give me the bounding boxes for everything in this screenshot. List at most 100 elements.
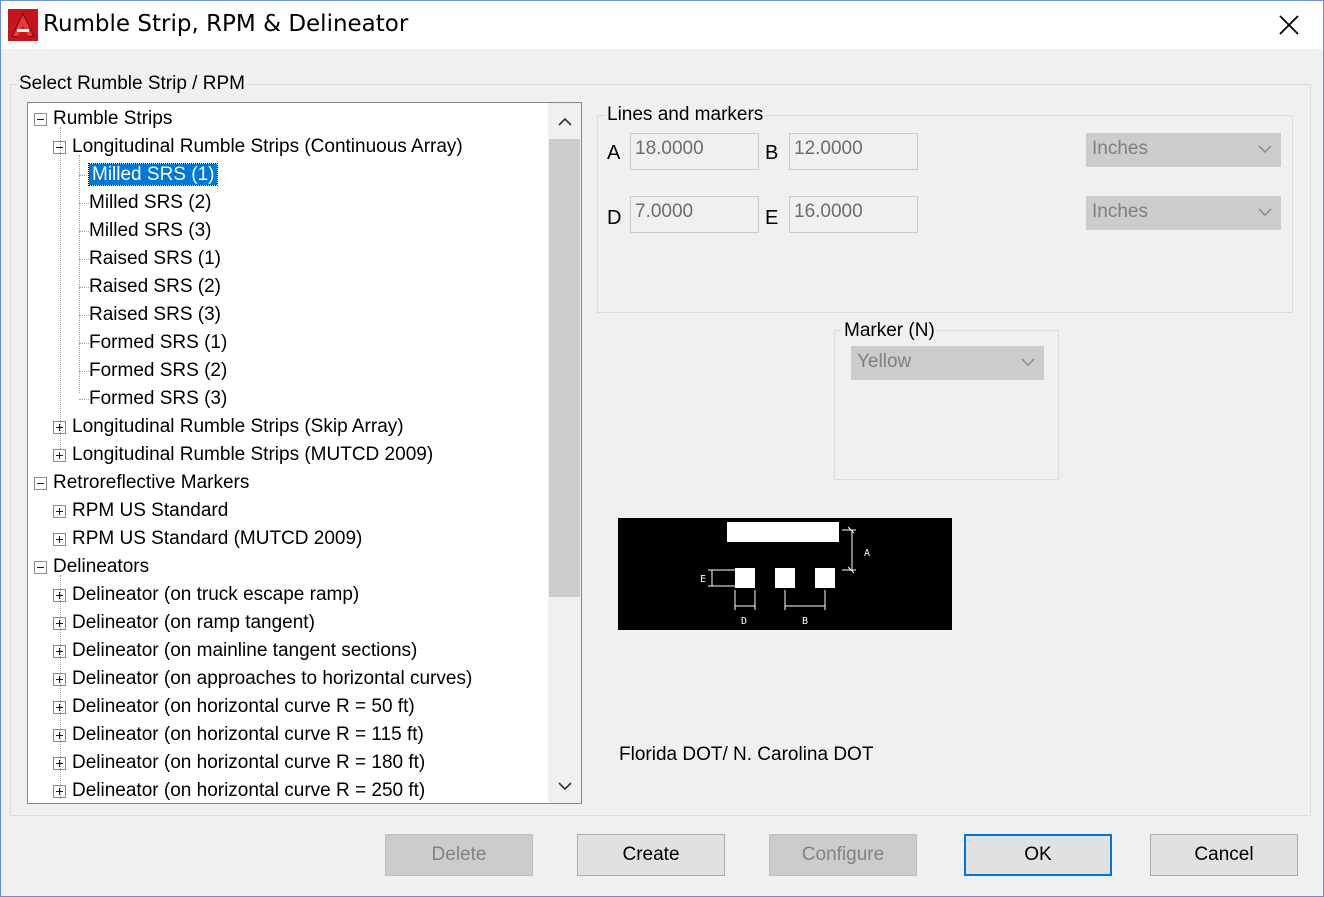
tree-item[interactable]: Raised SRS (2)	[89, 273, 221, 301]
tree-item[interactable]: Delineator (on truck escape ramp)	[72, 581, 359, 609]
tree-guide	[79, 155, 80, 393]
window-title: Rumble Strip, RPM & Delineator	[43, 11, 409, 37]
diagram-label-e: E	[700, 574, 706, 585]
lines-markers-label: Lines and markers	[605, 104, 766, 126]
tree-item[interactable]: Formed SRS (2)	[89, 357, 227, 385]
chevron-down-icon	[1021, 358, 1035, 366]
tree-item[interactable]: Delineator (on horizontal curve R = 250 …	[72, 777, 425, 803]
collapse-icon[interactable]	[34, 477, 47, 490]
tree-connector	[79, 315, 89, 316]
tree-item[interactable]: Formed SRS (3)	[89, 385, 227, 413]
expand-icon[interactable]	[53, 449, 66, 462]
e-field[interactable]: 16.0000	[789, 196, 918, 233]
title-bar: Rumble Strip, RPM & Delineator	[1, 1, 1323, 49]
cancel-button[interactable]: Cancel	[1150, 834, 1298, 876]
tree-item-label: RPM US Standard	[72, 500, 229, 521]
d-field[interactable]: 7.0000	[630, 196, 759, 233]
tree-item-label: Formed SRS (3)	[89, 388, 228, 409]
tree-item[interactable]: Milled SRS (3)	[89, 217, 211, 245]
preview-diagram: A E D B	[618, 518, 952, 630]
diagram-label-d: D	[741, 616, 747, 627]
tree-item-label: Milled SRS (2)	[89, 192, 212, 213]
delete-button[interactable]: Delete	[385, 834, 533, 876]
tree-item[interactable]: Longitudinal Rumble Strips (Skip Array)	[72, 413, 404, 441]
tree-item[interactable]: Delineator (on horizontal curve R = 115 …	[72, 721, 424, 749]
close-icon	[1279, 15, 1299, 35]
tree-connector	[79, 343, 89, 344]
tree-item-label: Raised SRS (2)	[89, 276, 221, 297]
tree-connector	[79, 175, 89, 176]
unit-select-2-value: Inches	[1092, 201, 1148, 222]
tree-connector	[79, 231, 89, 232]
diagram-label-b: B	[802, 616, 808, 627]
chevron-up-icon	[557, 117, 572, 126]
rumble-strip-tree[interactable]: Rumble Strips Longitudinal Rumble Strips …	[27, 102, 582, 804]
chevron-down-icon	[1258, 208, 1272, 216]
a-field[interactable]: 18.0000	[630, 133, 759, 170]
close-button[interactable]	[1263, 5, 1315, 45]
tree-item-label: Longitudinal Rumble Strips (Skip Array)	[72, 416, 404, 437]
scroll-up-button[interactable]	[548, 105, 581, 139]
tree-item[interactable]: Longitudinal Rumble Strips (Continuous A…	[72, 133, 463, 161]
tree-item[interactable]: Milled SRS (1)	[87, 161, 219, 189]
tree-item-label: Retroreflective Markers	[53, 472, 250, 493]
tree-item-label: Formed SRS (2)	[89, 360, 228, 381]
unit-select-2[interactable]: Inches	[1086, 196, 1281, 230]
tree-item[interactable]: Raised SRS (3)	[89, 301, 221, 329]
marker-color-select[interactable]: Yellow	[851, 346, 1044, 380]
tree-item[interactable]: Delineator (on horizontal curve R = 180 …	[72, 749, 425, 777]
chevron-down-icon	[1258, 145, 1272, 153]
tree-connector	[79, 287, 89, 288]
diagram-label-a: A	[864, 548, 870, 559]
tree-item[interactable]: Retroreflective Markers	[53, 469, 249, 497]
tree-item-label: RPM US Standard (MUTCD 2009)	[72, 528, 363, 549]
scroll-down-button[interactable]	[548, 769, 581, 803]
tree-item[interactable]: Delineator (on ramp tangent)	[72, 609, 315, 637]
autocad-icon	[8, 9, 38, 41]
expand-icon[interactable]	[53, 533, 66, 546]
tree-item[interactable]: Milled SRS (2)	[89, 189, 211, 217]
unit-select-1[interactable]: Inches	[1086, 133, 1281, 167]
tree-item-label: Raised SRS (3)	[89, 304, 221, 325]
tree-item[interactable]: Delineator (on approaches to horizontal …	[72, 665, 472, 693]
tree-item-label: Delineator (on horizontal curve R = 115 …	[72, 724, 424, 745]
tree-connector	[79, 371, 89, 372]
collapse-icon[interactable]	[34, 561, 47, 574]
tree-item[interactable]: Raised SRS (1)	[89, 245, 221, 273]
tree-guide	[60, 127, 61, 449]
tree-item[interactable]: RPM US Standard (MUTCD 2009)	[72, 525, 362, 553]
tree-item[interactable]: Delineator (on mainline tangent sections…	[72, 637, 417, 665]
create-button[interactable]: Create	[577, 834, 725, 876]
configure-button[interactable]: Configure	[769, 834, 917, 876]
tree-item[interactable]: Rumble Strips	[53, 105, 172, 133]
b-field[interactable]: 12.0000	[789, 133, 918, 170]
a-label: A	[607, 142, 621, 164]
tree-item[interactable]: RPM US Standard	[72, 497, 228, 525]
scroll-thumb[interactable]	[549, 139, 580, 597]
unit-select-1-value: Inches	[1092, 138, 1148, 159]
tree-item-label: Delineator (on approaches to horizontal …	[72, 668, 473, 689]
dialog-window: Rumble Strip, RPM & Delineator Select Ru…	[0, 0, 1324, 897]
collapse-icon[interactable]	[34, 113, 47, 126]
tree-item[interactable]: Delineators	[53, 553, 149, 581]
b-label: B	[765, 142, 779, 164]
tree-item-label: Longitudinal Rumble Strips (Continuous A…	[72, 136, 463, 157]
d-label: D	[607, 207, 622, 229]
tree-item-label: Milled SRS (3)	[89, 220, 212, 241]
tree-scrollbar[interactable]	[548, 103, 581, 803]
expand-icon[interactable]	[53, 505, 66, 518]
tree-item[interactable]: Formed SRS (1)	[89, 329, 227, 357]
ok-button[interactable]: OK	[964, 834, 1112, 876]
tree-connector	[79, 399, 89, 400]
source-note: Florida DOT/ N. Carolina DOT	[619, 744, 874, 765]
tree-item-label: Delineator (on horizontal curve R = 180 …	[72, 752, 426, 773]
tree-connector	[79, 259, 89, 260]
tree-item-label: Delineator (on mainline tangent sections…	[72, 640, 418, 661]
tree-item-label: Milled SRS (1)	[87, 163, 219, 186]
tree-item[interactable]: Delineator (on horizontal curve R = 50 f…	[72, 693, 415, 721]
tree-item-label: Delineators	[53, 556, 150, 577]
tree-item-label: Rumble Strips	[53, 108, 173, 129]
tree-item-label: Delineator (on truck escape ramp)	[72, 584, 360, 605]
tree-item-label: Longitudinal Rumble Strips (MUTCD 2009)	[72, 444, 434, 465]
tree-item[interactable]: Longitudinal Rumble Strips (MUTCD 2009)	[72, 441, 433, 469]
